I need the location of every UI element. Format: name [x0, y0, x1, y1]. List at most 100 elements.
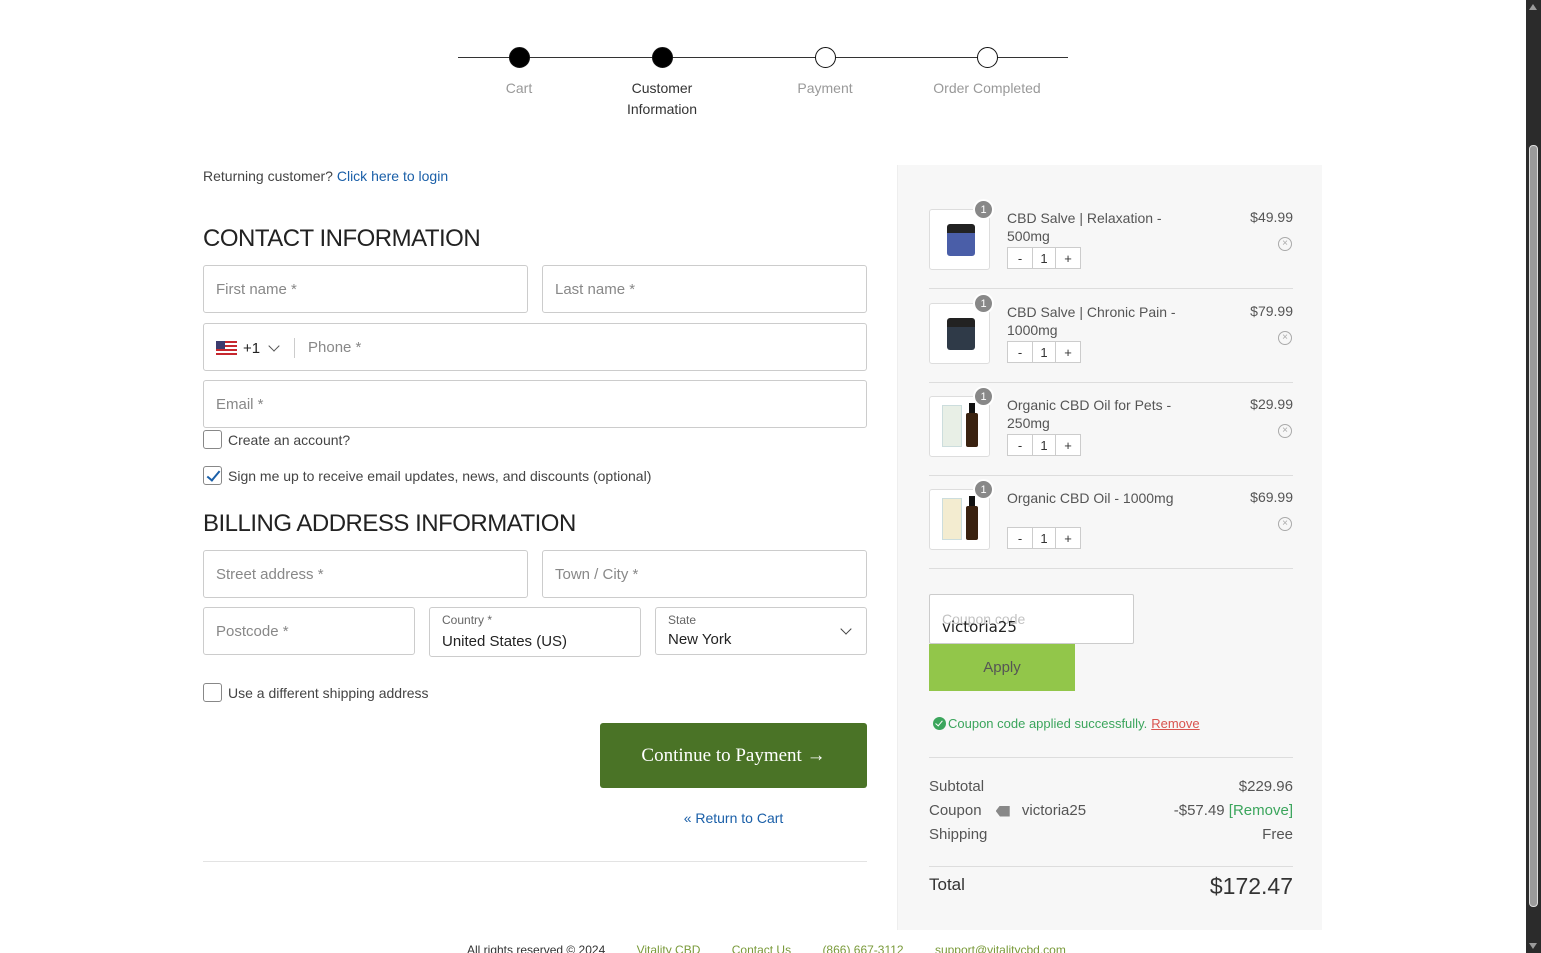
remove-item-icon[interactable]: ×	[1278, 331, 1292, 345]
footer-email-link[interactable]: support@vitalitycbd.com	[935, 943, 1066, 953]
quantity-badge: 1	[973, 199, 994, 220]
check-circle-icon	[933, 717, 946, 730]
state-select[interactable]: State New York	[655, 607, 867, 655]
coupon-discount: -$57.49 [Remove]	[1174, 802, 1293, 819]
quantity-stepper: - 1 +	[1007, 247, 1081, 269]
quantity-stepper: - 1 +	[1007, 341, 1081, 363]
phone-country-selector[interactable]: +1	[216, 338, 280, 358]
step-label: Customer Information	[626, 80, 698, 117]
city-field[interactable]: Town / City *	[542, 550, 867, 598]
decrease-quantity-button[interactable]: -	[1008, 528, 1032, 548]
quantity-badge: 1	[973, 479, 994, 500]
different-shipping-row[interactable]: Use a different shipping address	[203, 683, 429, 702]
billing-address-title: BILLING ADDRESS INFORMATION	[203, 510, 576, 537]
coupon-remove-link[interactable]: Remove	[1151, 716, 1199, 731]
quantity-badge: 1	[973, 293, 994, 314]
increase-quantity-button[interactable]: +	[1056, 435, 1080, 455]
step-label: Order Completed	[933, 80, 1041, 96]
create-account-label: Create an account?	[228, 431, 351, 448]
postcode-field[interactable]: Postcode *	[203, 607, 415, 655]
footer-brand-link[interactable]: Vitality CBD	[637, 943, 701, 953]
decrease-quantity-button[interactable]: -	[1008, 435, 1032, 455]
product-name: CBD Salve | Relaxation - 500mg	[1007, 210, 1162, 244]
coupon-label: Coupon	[929, 802, 982, 819]
newsletter-checkbox[interactable]	[203, 466, 222, 485]
cart-item: 1 CBD Salve | Chronic Pain - 1000mg $79.…	[929, 289, 1293, 383]
state-value: New York	[668, 631, 732, 648]
scroll-down-arrow-icon[interactable]	[1529, 943, 1537, 949]
quantity-input[interactable]: 1	[1032, 342, 1056, 362]
chevron-down-icon	[840, 623, 852, 635]
coupon-success-text: Coupon code applied successfully.	[948, 716, 1148, 731]
newsletter-signup-row[interactable]: Sign me up to receive email updates, new…	[203, 466, 651, 485]
different-shipping-checkbox[interactable]	[203, 683, 222, 702]
different-shipping-label: Use a different shipping address	[228, 684, 429, 701]
subtotal-label: Subtotal	[929, 778, 985, 795]
state-label: State	[668, 613, 697, 627]
decrease-quantity-button[interactable]: -	[1008, 248, 1032, 268]
quantity-input[interactable]: 1	[1032, 435, 1056, 455]
remove-item-icon[interactable]: ×	[1278, 424, 1292, 438]
phone-divider	[294, 338, 295, 358]
footer-phone-link[interactable]: (866) 667-3112	[822, 943, 903, 953]
shipping-label: Shipping	[929, 826, 988, 843]
login-link[interactable]: Click here to login	[337, 168, 448, 184]
product-price: $79.99	[1250, 303, 1293, 319]
subtotal-row: Subtotal $229.96	[929, 778, 1293, 795]
product-name: Organic CBD Oil for Pets - 250mg	[1007, 397, 1172, 431]
country-field[interactable]: Country * United States (US)	[429, 607, 641, 657]
oil-bottle-image	[966, 496, 978, 540]
total-label: Total	[929, 875, 965, 894]
create-account-row[interactable]: Create an account?	[203, 430, 350, 449]
increase-quantity-button[interactable]: +	[1056, 248, 1080, 268]
coupon-remove-button[interactable]: [Remove]	[1229, 802, 1293, 819]
chevron-down-icon	[268, 339, 280, 352]
step-dot-pending	[976, 47, 998, 68]
form-divider	[203, 861, 867, 862]
remove-item-icon[interactable]: ×	[1278, 517, 1292, 531]
quantity-input[interactable]: 1	[1032, 528, 1056, 548]
first-name-field[interactable]: First name *	[203, 265, 528, 313]
shipping-row: Shipping Free	[929, 826, 1293, 843]
coupon-value: victoria25	[942, 618, 1017, 636]
street-address-field[interactable]: Street address *	[203, 550, 528, 598]
product-price: $49.99	[1250, 209, 1293, 225]
cart-item: 1 Organic CBD Oil - 1000mg $69.99 × - 1 …	[929, 475, 1293, 569]
coupon-code-input[interactable]: Coupon code victoria25	[929, 594, 1134, 644]
country-label: Country *	[442, 613, 493, 627]
contact-information-title: CONTACT INFORMATION	[203, 225, 481, 252]
quantity-input[interactable]: 1	[1032, 248, 1056, 268]
remove-item-icon[interactable]: ×	[1278, 237, 1292, 251]
continue-to-payment-button[interactable]: Continue to Payment →	[600, 723, 867, 788]
increase-quantity-button[interactable]: +	[1056, 528, 1080, 548]
total-value: $172.47	[1209, 873, 1293, 899]
decrease-quantity-button[interactable]: -	[1008, 342, 1032, 362]
coupon-success-message: Coupon code applied successfully. Remove	[933, 716, 1200, 731]
checkout-progress-stepper: Cart Customer Information Payment Order …	[458, 40, 1068, 130]
product-box-image	[942, 405, 962, 447]
total-divider	[929, 866, 1293, 867]
salve-jar-image	[947, 318, 975, 350]
scroll-up-arrow-icon[interactable]	[1529, 4, 1537, 10]
product-price: $69.99	[1250, 489, 1293, 505]
page-scrollbar[interactable]	[1526, 0, 1541, 953]
email-field[interactable]: Email *	[203, 380, 867, 428]
coupon-discount-amount: -$57.49	[1173, 802, 1225, 819]
increase-quantity-button[interactable]: +	[1056, 342, 1080, 362]
step-dot-current	[651, 47, 673, 68]
street-address-placeholder: Street address *	[216, 566, 324, 583]
scrollbar-thumb[interactable]	[1529, 145, 1538, 907]
return-to-cart-link[interactable]: « Return to Cart	[600, 810, 867, 826]
apply-coupon-button[interactable]: Apply	[929, 644, 1075, 691]
footer-copyright: All rights reserved © 2024	[467, 943, 606, 953]
coupon-code: victoria25	[1021, 802, 1087, 819]
phone-country-code: +1	[243, 339, 261, 357]
phone-field[interactable]: +1 Phone *	[203, 323, 867, 371]
quantity-stepper: - 1 +	[1007, 527, 1081, 549]
footer-contact-link[interactable]: Contact Us	[732, 943, 791, 953]
last-name-field[interactable]: Last name *	[542, 265, 867, 313]
step-order-completed: Order Completed	[917, 47, 1057, 99]
step-customer-information: Customer Information	[592, 47, 732, 120]
create-account-checkbox[interactable]	[203, 430, 222, 449]
country-value: United States (US)	[442, 633, 568, 650]
